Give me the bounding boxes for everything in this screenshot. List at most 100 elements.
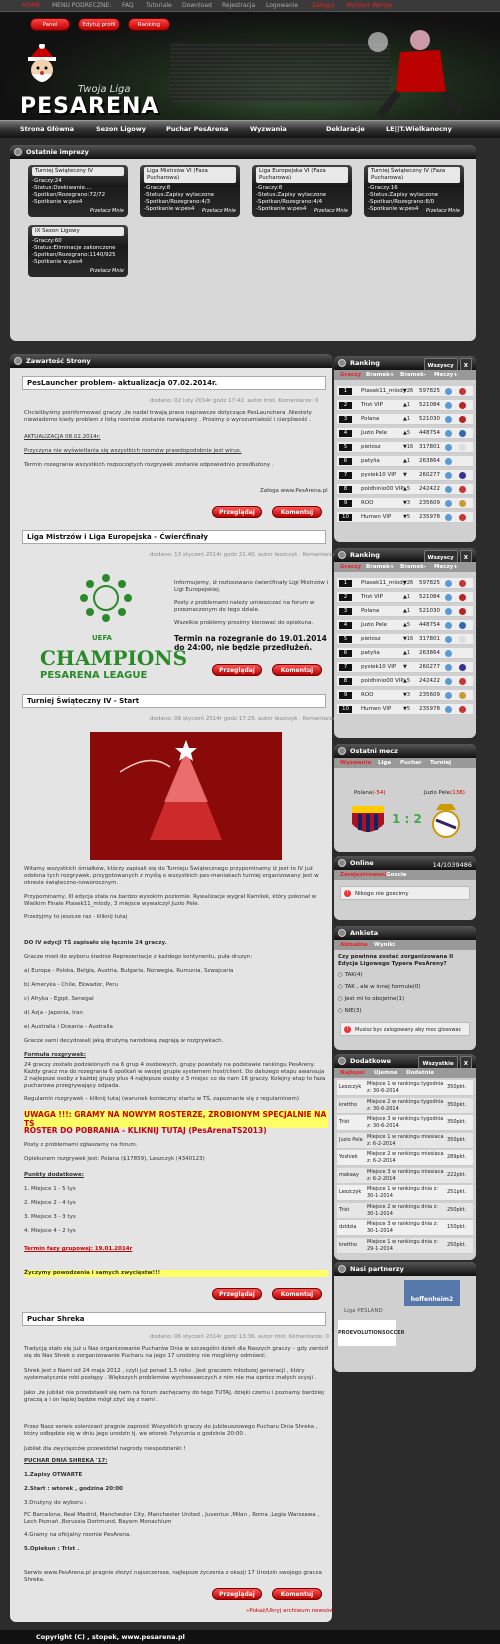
ranking-row[interactable]: 2 Trist VIP ▲1 521084: [337, 400, 473, 411]
extra-row[interactable]: Juzio Pele Miejsce 1 w rankingu miesiaca …: [337, 1132, 473, 1149]
tab-matches-plus[interactable]: Meczy+: [434, 564, 458, 570]
ranking-row[interactable]: 2 Trist VIP ▲1 521084: [337, 592, 473, 603]
player-name[interactable]: Juzio Pele: [361, 620, 387, 631]
player-name[interactable]: Polana: [361, 414, 379, 425]
ranking-row[interactable]: 9 ROO ▼3 235609: [337, 498, 473, 509]
tab-results[interactable]: Wyniki: [374, 942, 395, 948]
extra-player[interactable]: Leszczyk: [339, 1084, 363, 1091]
tab-registered[interactable]: Zarejestrowani: [340, 872, 387, 878]
event-card-more[interactable]: Przelacz Mnie: [90, 208, 124, 214]
extra-row[interactable]: Trist Miejsce 3 w rankingu tygodnia z: 30…: [337, 1115, 473, 1131]
player-name[interactable]: Trist VIP: [361, 592, 383, 603]
tab-positive[interactable]: Dodatnie: [406, 1070, 434, 1076]
nav-declarations[interactable]: Deklaracje: [326, 125, 365, 133]
player-name[interactable]: patylia: [361, 456, 380, 467]
nav-cup[interactable]: Puchar PesArena: [166, 125, 228, 133]
ranking-row[interactable]: 6 patylia ▲1 263864: [337, 456, 473, 467]
tab-players[interactable]: Graczy: [340, 372, 361, 378]
extra-player[interactable]: Yoshiek: [339, 1154, 363, 1161]
extra-row[interactable]: krettho Miejsce 2 w rankingu tygodnia z: …: [337, 1097, 473, 1114]
tab-matches-plus[interactable]: Meczy+: [434, 372, 458, 378]
ranking-row[interactable]: 8 poldhinio00 VIP ▲5 242422: [337, 484, 473, 495]
radio-button[interactable]: ○: [338, 1008, 343, 1014]
player-name[interactable]: pysiek10 VIP: [361, 470, 396, 481]
comment-button[interactable]: Komentuj: [272, 1588, 322, 1600]
ranking-row[interactable]: 4 Juzio Pele ▲5 448754: [337, 620, 473, 631]
ranking-row[interactable]: 7 pysiek10 VIP ▼ 260277: [337, 470, 473, 481]
ranking-row[interactable]: 8 poldhinio00 VIP ▲5 242422: [337, 676, 473, 687]
nav-challenges[interactable]: Wyzwania: [250, 125, 287, 133]
extra-row[interactable]: makaay Miejsce 3 w rankingu miesiaca z: 6…: [337, 1167, 473, 1184]
extra-row[interactable]: Leszczyk Miejsce 1 w rankingu dnia z: 30-…: [337, 1185, 473, 1201]
radio-button[interactable]: ○: [338, 972, 343, 978]
panel-button[interactable]: Panel: [30, 18, 70, 31]
player-name[interactable]: pysiek10 VIP: [361, 662, 396, 673]
partner-peslandia[interactable]: Liga PESLAND: [344, 1308, 383, 1315]
menu-register[interactable]: Rejestracja: [222, 2, 255, 9]
comment-button[interactable]: Komentuj: [272, 664, 322, 676]
menu-signin[interactable]: Zaloguj: [312, 2, 334, 9]
news-link[interactable]: Przeżyjmy to jeszcze raz - kliknij tutaj: [24, 914, 328, 921]
menu-home[interactable]: HOME: [22, 2, 40, 9]
tab-current[interactable]: Aktualna: [340, 942, 368, 948]
menu-version[interactable]: Wybierz Wersje: [346, 2, 392, 9]
news-title[interactable]: Puchar Shreka: [22, 1312, 326, 1326]
news-link[interactable]: Przyczyna nie wyświetlania się wszystkic…: [24, 448, 324, 455]
extra-player[interactable]: Trist: [339, 1207, 363, 1214]
view-button[interactable]: Przeglądaj: [212, 664, 262, 676]
extra-player[interactable]: Leszczyk: [339, 1189, 363, 1196]
extra-player[interactable]: Trist: [339, 1119, 363, 1126]
news-link[interactable]: Regulamin rozgrywek – kliknij tutaj (war…: [24, 1096, 328, 1103]
event-card[interactable]: IX Sezon Ligowy -Graczy:60 -Status:Elimina…: [28, 225, 128, 277]
player-name[interactable]: Humen VIP: [361, 512, 391, 523]
player-name[interactable]: Ptasek11_mlody: [361, 386, 406, 397]
comment-button[interactable]: Komentuj: [272, 1288, 322, 1300]
tab-goals-minus[interactable]: Bramek-: [400, 564, 426, 570]
tab-best[interactable]: Najlepsi: [340, 1070, 365, 1076]
edit-profile-button[interactable]: Edytuj profil: [78, 18, 120, 31]
tab-league[interactable]: Liga: [378, 760, 391, 766]
ranking-row[interactable]: 3 Polana ▲1 521030: [337, 606, 473, 617]
tab-guests[interactable]: Goscie: [386, 872, 406, 878]
extra-player[interactable]: krettho: [339, 1242, 363, 1249]
extra-player[interactable]: Juzio Pele: [339, 1137, 363, 1144]
player-name[interactable]: Trist VIP: [361, 400, 383, 411]
view-button[interactable]: Przeglądaj: [212, 1288, 262, 1300]
tab-tournament[interactable]: Turniej: [430, 760, 451, 766]
radio-button[interactable]: ○: [338, 984, 343, 990]
partner-hoffenheim[interactable]: hoffenheim2: [404, 1280, 460, 1306]
tab-players[interactable]: Graczy: [340, 564, 361, 570]
player-name[interactable]: Ptasek11_mlody: [361, 578, 406, 589]
radio-button[interactable]: ○: [338, 996, 343, 1002]
tab-goals-plus[interactable]: Bramek+: [366, 564, 394, 570]
news-title[interactable]: Liga Mistrzów i Liga Europejska - Ćwierć…: [22, 530, 326, 544]
event-card[interactable]: Liga Europejska VI (Faza Pucharowa) -Grac…: [252, 165, 352, 217]
event-card-more[interactable]: Przelacz Mnie: [314, 208, 348, 214]
ranking-row[interactable]: 6 patylia ▲1 263864: [337, 648, 473, 659]
ranking-button[interactable]: Ranking: [128, 18, 170, 31]
extra-player[interactable]: dzidzia: [339, 1224, 363, 1231]
view-button[interactable]: Przeglądaj: [212, 506, 262, 518]
event-card[interactable]: Turniej Świąteczny IV (Faza Pucharowa) -G…: [364, 165, 464, 217]
news-link[interactable]: ROSTER DO POBRANIA - KLIKNIJ TUTAJ (PesA…: [24, 1126, 328, 1135]
player-name[interactable]: pietosz: [361, 442, 381, 453]
menu-tutorials[interactable]: Tutoriale: [146, 2, 172, 9]
partner-proevolution[interactable]: PROEVOLUTIONSOCCER: [338, 1320, 404, 1346]
ranking-row[interactable]: 5 pietosz ▼16 317801: [337, 634, 473, 645]
tab-challenges[interactable]: Wyzwania: [340, 760, 371, 766]
away-player[interactable]: Juzio Pele: [424, 790, 450, 796]
ranking-row[interactable]: 5 pietosz ▼16 317801: [337, 442, 473, 453]
player-name[interactable]: patylia: [361, 648, 380, 659]
comment-button[interactable]: Komentuj: [272, 506, 322, 518]
ranking-row[interactable]: 10 Humen VIP ▼5 235978: [337, 512, 473, 523]
archive-toggle-link[interactable]: »Pokaż/Ukryj archiwum newsów: [246, 1608, 334, 1614]
player-name[interactable]: ROO: [361, 690, 373, 701]
menu-faq[interactable]: FAQ: [122, 2, 134, 9]
menu-download[interactable]: Download: [182, 2, 212, 9]
event-card-more[interactable]: Przelacz Mnie: [202, 208, 236, 214]
extra-player[interactable]: makaay: [339, 1172, 363, 1179]
extra-player[interactable]: krettho: [339, 1102, 363, 1109]
player-name[interactable]: Humen VIP: [361, 704, 391, 715]
event-card-more[interactable]: Przelacz Mnie: [426, 208, 460, 214]
ranking-row[interactable]: 4 Juzio Pele ▲5 448754: [337, 428, 473, 439]
